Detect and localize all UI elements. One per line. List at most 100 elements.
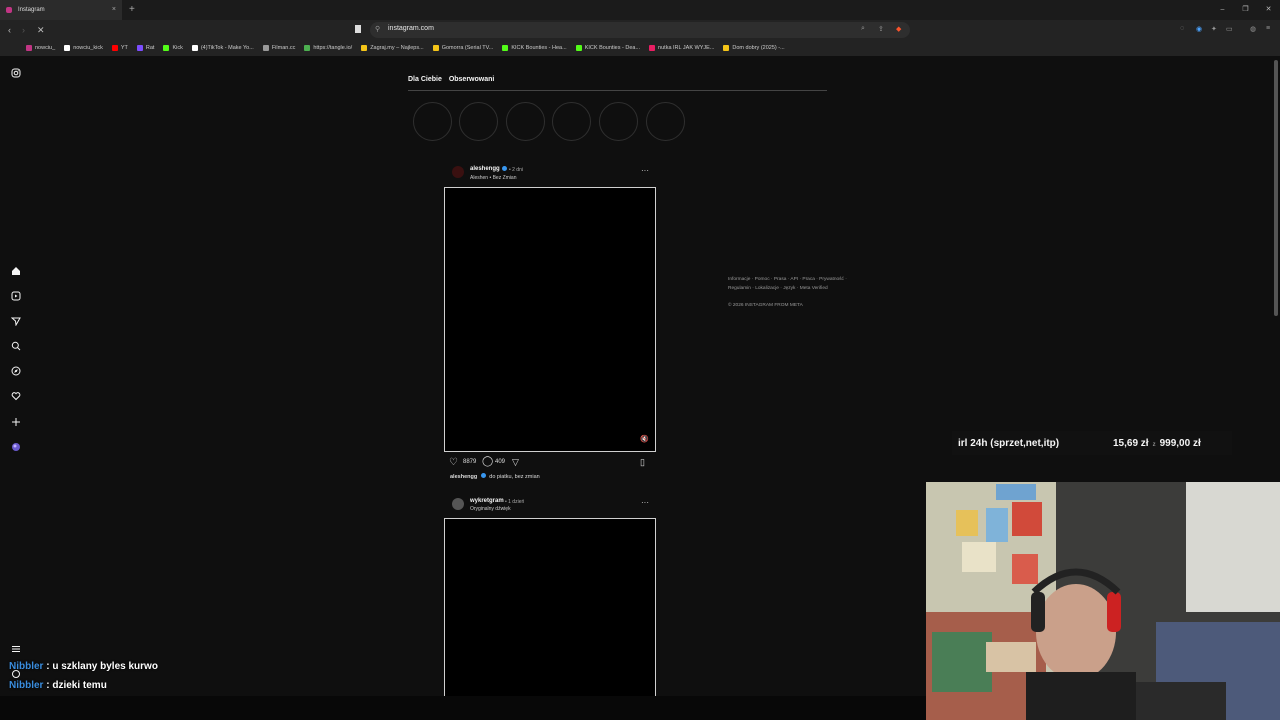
verified-badge-icon xyxy=(502,166,507,171)
bookmark-label: https://tangle.io/ xyxy=(313,45,353,51)
extension-icon[interactable]: ◌ xyxy=(1180,25,1184,32)
create-plus-icon[interactable] xyxy=(10,416,22,428)
bookmark-item[interactable]: nowciu_kick xyxy=(64,45,103,51)
bookmark-favicon-icon xyxy=(723,45,730,51)
story-placeholder[interactable] xyxy=(459,102,498,141)
zoom-icon[interactable]: ⌕ xyxy=(861,25,865,33)
stop-loading-icon[interactable]: ✕ xyxy=(37,24,45,36)
back-icon[interactable]: ‹ xyxy=(8,24,11,36)
post-options-icon[interactable]: ··· xyxy=(641,498,649,507)
bookmark-item[interactable]: nowciu_ xyxy=(26,45,55,51)
bookmark-item[interactable]: Zagraj.my – Najleps... xyxy=(361,45,424,51)
avatar[interactable] xyxy=(452,498,464,510)
story-placeholder[interactable] xyxy=(646,102,685,141)
goal-amount: 15,69 zł z 999,00 zł xyxy=(1113,438,1201,449)
post-subtitle[interactable]: Oryginalny dźwięk xyxy=(470,506,511,512)
bookmark-favicon-icon xyxy=(432,45,439,51)
url-text[interactable]: instagram.com xyxy=(388,25,434,32)
avatar[interactable] xyxy=(452,166,464,178)
tab-following[interactable]: Obserwowani xyxy=(449,76,495,83)
bookmark-item[interactable]: nutka IRL JAK WYJE... xyxy=(649,45,714,51)
donation-goal: irl 24h (sprzet,net,itp) 15,69 zł z 999,00… xyxy=(952,431,1232,455)
sidebar-toggle-icon[interactable]: ▭ xyxy=(1226,25,1233,33)
share-icon[interactable]: ▽ xyxy=(512,457,519,468)
extensions-puzzle-icon[interactable]: ✦ xyxy=(1211,25,1217,33)
bookmark-item[interactable]: Dom dobry (2025) -... xyxy=(723,45,785,51)
messages-icon[interactable] xyxy=(10,315,22,327)
feed-tabs-divider xyxy=(408,90,827,91)
chat-message: Nibbler : dzieki temu xyxy=(9,680,107,691)
chat-text: : u szklany byles kurwo xyxy=(43,661,158,672)
goal-current: 15,69 zł xyxy=(1113,437,1149,449)
post-username[interactable]: aleshengg xyxy=(470,166,500,172)
bookmark-label: Dom dobry (2025) -... xyxy=(732,45,785,51)
post-options-icon[interactable]: ··· xyxy=(641,166,649,175)
profile-avatar[interactable] xyxy=(10,441,22,453)
comment-icon[interactable]: ◯ xyxy=(482,456,493,467)
brave-shield-icon[interactable]: ◆ xyxy=(896,25,901,33)
tab-instagram[interactable]: Instagram × xyxy=(0,0,122,20)
bookmark-item[interactable]: YT xyxy=(111,45,128,51)
bookmark-label: Gomorra (Serial TV... xyxy=(441,45,494,51)
bookmark-favicon-icon xyxy=(111,45,118,51)
post-media[interactable] xyxy=(444,187,656,452)
verified-badge-icon xyxy=(480,473,486,478)
like-count: 8879 xyxy=(463,459,477,465)
webcam-feed xyxy=(926,482,1280,720)
tab-close-icon[interactable]: × xyxy=(112,6,116,13)
bookmark-favicon-icon xyxy=(304,45,311,51)
bookmark-label: nowciu_kick xyxy=(73,45,103,51)
site-info-icon[interactable]: ⚲ xyxy=(375,25,380,33)
bookmark-item[interactable]: Filman.cc xyxy=(262,45,296,51)
post-subtitle[interactable]: Aleshen • Bez Zmian xyxy=(470,175,517,181)
close-window-button[interactable]: ✕ xyxy=(1257,0,1280,20)
home-icon[interactable] xyxy=(10,265,22,277)
address-bar[interactable] xyxy=(370,22,910,38)
bookmark-item[interactable]: KICK Bounties - Dea... xyxy=(575,45,640,51)
bookmark-item[interactable]: Rat xyxy=(136,45,154,51)
post-username[interactable]: wykretgram xyxy=(470,498,504,504)
new-tab-button[interactable]: + xyxy=(129,4,135,15)
more-menu-icon[interactable] xyxy=(10,643,22,655)
feed-tabs: Dla Ciebie Obserwowani xyxy=(408,76,499,83)
bookmark-item[interactable]: KICK Bounties - Hea... xyxy=(502,45,567,51)
caption-username[interactable]: aleshengg xyxy=(450,474,477,480)
menu-icon[interactable]: ≡ xyxy=(1266,25,1270,32)
share-icon[interactable]: ⇪ xyxy=(878,25,884,33)
scrollbar[interactable] xyxy=(1274,60,1278,316)
footer-links[interactable]: Informacje · Pomoc · Prasa · API · Praca… xyxy=(728,277,847,282)
story-placeholder[interactable] xyxy=(413,102,452,141)
instagram-favicon-icon xyxy=(6,7,12,13)
explore-icon[interactable] xyxy=(10,365,22,377)
minimize-button[interactable]: – xyxy=(1211,0,1234,20)
tab-for-you[interactable]: Dla Ciebie xyxy=(408,76,442,83)
bookmark-label: Kick xyxy=(172,45,183,51)
search-icon[interactable] xyxy=(10,340,22,352)
save-icon[interactable]: ▯ xyxy=(640,457,645,468)
story-placeholder[interactable] xyxy=(552,102,591,141)
instagram-logo-icon[interactable] xyxy=(10,67,22,79)
bookmark-item[interactable]: Gomorra (Serial TV... xyxy=(432,45,494,51)
notifications-heart-icon[interactable] xyxy=(10,390,22,402)
mute-icon[interactable]: 🔇 xyxy=(640,435,649,443)
bookmark-favicon-icon xyxy=(136,45,143,51)
bookmark-page-icon[interactable] xyxy=(355,25,361,33)
bookmark-label: Zagraj.my – Najleps... xyxy=(370,45,424,51)
chat-message: Nibbler : u szklany byles kurwo xyxy=(9,661,158,672)
bookmark-item[interactable]: https://tangle.io/ xyxy=(304,45,352,51)
wallet-icon[interactable]: ◍ xyxy=(1250,25,1256,33)
vpn-icon[interactable]: ◉ xyxy=(1196,25,1202,33)
maximize-button[interactable]: ❐ xyxy=(1234,0,1257,20)
chat-username: Nibbler xyxy=(9,680,44,691)
bookmark-item[interactable]: (4)TikTok - Make Yo... xyxy=(191,45,254,51)
bookmark-favicon-icon xyxy=(361,45,368,51)
footer-links[interactable]: Regulamin · Lokalizacje · Język · Meta V… xyxy=(728,286,828,291)
bookmark-item[interactable]: Kick xyxy=(163,45,183,51)
post-media[interactable] xyxy=(444,518,656,696)
like-icon[interactable]: ♡ xyxy=(449,457,458,468)
story-placeholder[interactable] xyxy=(506,102,545,141)
forward-icon[interactable]: › xyxy=(22,24,25,36)
story-placeholder[interactable] xyxy=(599,102,638,141)
bookmark-label: Filman.cc xyxy=(271,45,296,51)
reels-icon[interactable] xyxy=(10,290,22,302)
